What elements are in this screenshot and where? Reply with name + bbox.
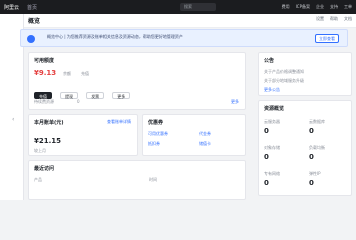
- notice-more-link[interactable]: 更多公告: [264, 87, 280, 93]
- info-icon: [27, 35, 35, 43]
- top-bar: 阿里云 首页 搜索 费用 ICP备案 企业 支持 工单: [0, 0, 356, 14]
- account-footer-label: 待续费资源: [34, 99, 54, 104]
- coupon-card: 优惠券 可用优惠券 代金券 抵扣券 储值卡: [142, 114, 246, 156]
- top-link-support[interactable]: 支持: [330, 2, 338, 12]
- coupon-item-1[interactable]: 可用优惠券: [148, 131, 168, 137]
- recent-col-product: 产品: [34, 177, 42, 182]
- notice-card: 公告 关于产品价格调整通知 关于部分地域服务升级 更多公告: [258, 52, 352, 96]
- account-title: 可用额度: [34, 58, 55, 64]
- header-tool-settings[interactable]: 设置: [316, 16, 324, 22]
- resource-value-1: 0: [264, 127, 269, 135]
- resource-value-6: 0: [309, 179, 314, 187]
- bill-value: ¥21.15: [34, 137, 62, 145]
- bill-detail-link[interactable]: 查看账单详情: [107, 119, 131, 125]
- resource-label-3: 对象存储: [264, 145, 280, 150]
- pill-more[interactable]: 更多: [112, 92, 131, 99]
- notice-item-1[interactable]: 关于产品价格调整通知: [264, 69, 304, 75]
- notice-title: 公告: [264, 58, 275, 64]
- account-more-link[interactable]: 更多: [231, 99, 239, 105]
- collapse-icon[interactable]: ‹: [12, 116, 14, 123]
- header-tool-help[interactable]: 帮助: [330, 16, 338, 22]
- header-tool-docs[interactable]: 文档: [344, 16, 352, 22]
- account-balance: ¥9.13: [34, 69, 57, 77]
- top-link-icp[interactable]: ICP备案: [296, 2, 310, 12]
- resource-label-1: 云服务器: [264, 119, 280, 124]
- resources-title: 资源概览: [264, 106, 285, 112]
- resource-label-6: 弹性IP: [309, 171, 321, 176]
- page-title: 概览: [28, 18, 41, 25]
- account-recharge-label: 充值: [81, 71, 89, 76]
- account-sub-label: 余额: [63, 71, 71, 76]
- account-footer-value: 0: [77, 99, 80, 104]
- resource-value-2: 0: [309, 127, 314, 135]
- resource-label-2: 云数据库: [309, 119, 325, 124]
- account-card: 可用额度 ¥9.13 余额 充值 充值 提现 发票 更多 待续费资源 0 更多: [28, 52, 246, 110]
- recent-col-time: 时间: [149, 177, 157, 182]
- notice-item-2[interactable]: 关于部分地域服务升级: [264, 78, 304, 84]
- top-nav-home[interactable]: 首页: [27, 4, 37, 11]
- pill-withdraw[interactable]: 提现: [60, 92, 79, 99]
- page-header: 概览 设置 帮助 文档: [24, 14, 356, 28]
- banner-text: 概览中心 | 为您推荐资源及账单相关信息及资源动态，帮助您更好地管理资产: [47, 34, 183, 39]
- recent-title: 最近访问: [34, 166, 55, 172]
- banner-button[interactable]: 立即查看: [315, 34, 339, 43]
- notice-banner: 概览中心 | 为您推荐资源及账单相关信息及资源动态，帮助您更好地管理资产 立即查…: [20, 29, 348, 47]
- coupon-item-3[interactable]: 抵扣券: [148, 141, 160, 147]
- resource-value-3: 0: [264, 153, 269, 161]
- resources-card: 资源概览 云服务器 0 云数据库 0 对象存储 0 负载均衡 0 专有网络 0 …: [258, 100, 352, 196]
- bill-card: 本月账单(元) 查看账单详情 ¥21.15 较上月: [28, 114, 138, 156]
- top-link-enterprise[interactable]: 企业: [316, 2, 324, 12]
- logo[interactable]: 阿里云: [4, 4, 19, 11]
- pill-invoice[interactable]: 发票: [86, 92, 105, 99]
- search-input[interactable]: 搜索: [180, 3, 216, 11]
- resource-label-5: 专有网络: [264, 171, 280, 176]
- coupon-title: 优惠券: [148, 120, 164, 126]
- coupon-item-4[interactable]: 储值卡: [199, 141, 211, 147]
- top-link-fee[interactable]: 费用: [282, 2, 290, 12]
- recent-card: 最近访问 产品 时间: [28, 160, 246, 200]
- resource-value-4: 0: [309, 153, 314, 161]
- pill-recharge[interactable]: 充值: [34, 92, 52, 99]
- coupon-item-2[interactable]: 代金券: [199, 131, 211, 137]
- resource-label-4: 负载均衡: [309, 145, 325, 150]
- bill-note: 较上月: [34, 148, 46, 153]
- top-links: 费用 ICP备案 企业 支持 工单: [282, 2, 352, 12]
- resource-value-5: 0: [264, 179, 269, 187]
- top-link-ticket[interactable]: 工单: [344, 2, 352, 12]
- bill-title: 本月账单(元): [34, 120, 64, 126]
- header-tools: 设置 帮助 文档: [316, 16, 352, 22]
